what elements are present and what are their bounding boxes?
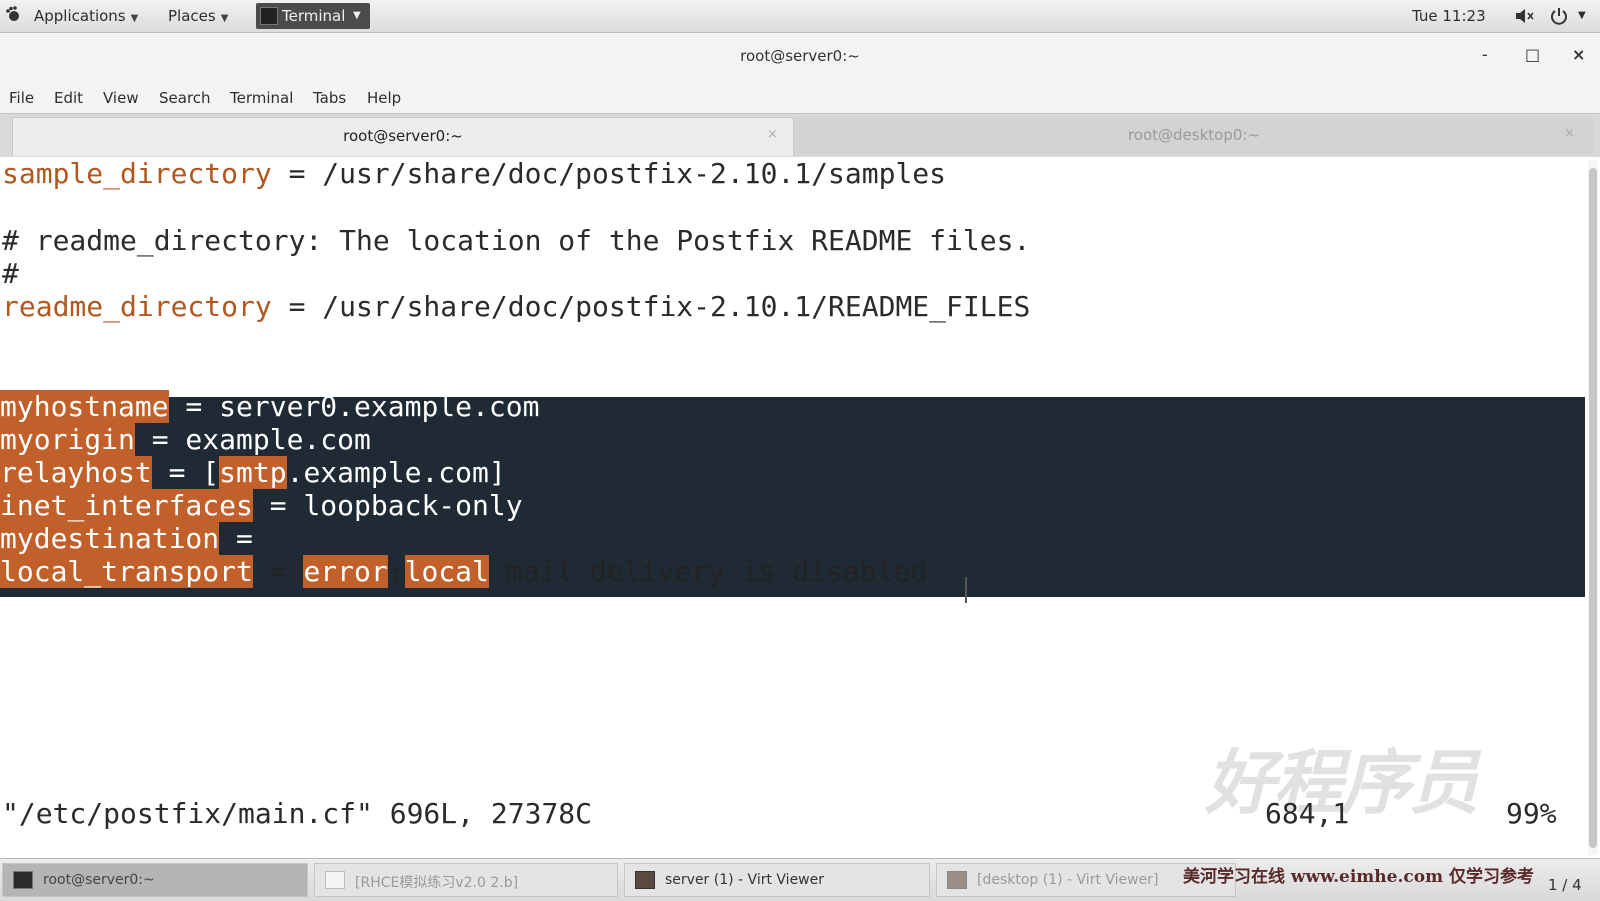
promo-watermark: 美河学习在线 www.eimhe.com 仅学习参考: [1183, 867, 1534, 887]
gnome-foot-icon: [6, 6, 19, 21]
applications-menu[interactable]: Applications ▼: [34, 6, 138, 26]
config-value: = [: [151, 456, 220, 489]
config-line-myorigin: myorigin = example.com: [0, 423, 371, 457]
taskbar-item-label: root@server0:~: [43, 872, 155, 888]
workspace-pager[interactable]: 1 / 4: [1548, 876, 1582, 894]
config-line-inet-interfaces: inet_interfaces = loopback-only: [0, 489, 523, 523]
chevron-down-icon: ▼: [353, 10, 361, 21]
chevron-down-icon: ▼: [130, 13, 139, 24]
applications-label: Applications: [34, 7, 126, 25]
tab-label: root@desktop0:~: [1127, 126, 1261, 144]
window-titlebar[interactable]: root@server0:~ - □ ×: [0, 33, 1600, 83]
config-value: =: [219, 522, 253, 555]
config-value-highlight: local: [404, 555, 489, 588]
config-key: relayhost: [0, 456, 152, 489]
terminal-app-menu[interactable]: Terminal ▼: [256, 3, 370, 29]
taskbar-item-label: [desktop (1) - Virt Viewer]: [977, 872, 1159, 888]
volume-muted-icon[interactable]: [1515, 8, 1535, 24]
tab-label: root@server0:~: [343, 127, 463, 145]
config-value: mail delivery is disabled: [488, 555, 928, 588]
places-menu[interactable]: Places ▼: [168, 6, 228, 26]
taskbar-item-terminal[interactable]: root@server0:~: [2, 863, 308, 897]
maximize-button[interactable]: □: [1525, 47, 1540, 63]
taskbar-item-rhce-doc[interactable]: [RHCE模拟练习v2.0 2.b]: [314, 863, 618, 897]
config-key: sample_directory: [2, 157, 272, 190]
places-label: Places: [168, 7, 216, 25]
menu-terminal[interactable]: Terminal: [230, 87, 293, 109]
config-value: = /usr/share/doc/postfix-2.10.1/samples: [271, 157, 947, 190]
terminal-icon: [13, 871, 33, 889]
menubar: File Edit View Search Terminal Tabs Help: [0, 83, 1600, 113]
config-key: local_transport: [0, 555, 253, 588]
virt-viewer-icon: [635, 871, 655, 889]
config-key: inet_interfaces: [0, 489, 253, 522]
terminal-icon: [260, 7, 278, 25]
config-value: = loopback-only: [252, 489, 523, 522]
minimize-button[interactable]: -: [1482, 47, 1488, 63]
scroll-percent: 99%: [1506, 797, 1557, 830]
config-key: myhostname: [0, 390, 169, 423]
config-key: myorigin: [0, 423, 135, 456]
tab-root-server0[interactable]: root@server0:~ ×: [12, 117, 794, 156]
tab-bar: root@server0:~ × root@desktop0:~ ×: [0, 113, 1600, 157]
config-value-highlight: smtp: [219, 456, 287, 489]
config-key: readme_directory: [2, 290, 272, 323]
config-value: = /usr/share/doc/postfix-2.10.1/README_F…: [271, 290, 1031, 323]
window-title: root@server0:~: [740, 47, 860, 65]
config-value-highlight: error: [303, 555, 388, 588]
menu-view[interactable]: View: [103, 87, 139, 109]
comment-line: # readme_directory: The location of the …: [2, 224, 1031, 257]
virt-viewer-icon: [947, 871, 967, 889]
config-value: :: [387, 555, 405, 588]
menu-edit[interactable]: Edit: [54, 87, 83, 109]
clock[interactable]: Tue 11:23: [1412, 6, 1486, 26]
menu-tabs[interactable]: Tabs: [313, 87, 346, 109]
taskbar-item-label: [RHCE模拟练习v2.0 2.b]: [355, 875, 519, 891]
comment-line: #: [2, 257, 19, 290]
config-value: = server0.example.com: [168, 390, 540, 423]
terminal-view[interactable]: sample_directory = /usr/share/doc/postfi…: [0, 157, 1585, 857]
document-icon: [325, 871, 345, 889]
config-line-myhostname: myhostname = server0.example.com: [0, 390, 539, 424]
menu-file[interactable]: File: [9, 87, 34, 109]
config-key: mydestination: [0, 522, 220, 555]
chevron-down-icon[interactable]: ▼: [1578, 6, 1586, 26]
config-line-relayhost: relayhost = [smtp.example.com]: [0, 456, 506, 490]
menu-search[interactable]: Search: [159, 87, 211, 109]
terminal-app-label: Terminal: [282, 7, 346, 25]
taskbar-item-label: server (1) - Virt Viewer: [665, 872, 824, 888]
config-value: = example.com: [134, 423, 371, 456]
close-tab-icon[interactable]: ×: [767, 127, 778, 142]
config-line-local-transport: local_transport = error:local mail deliv…: [0, 555, 927, 589]
config-value: .example.com]: [286, 456, 506, 489]
config-value: =: [252, 555, 304, 588]
vim-status-line: "/etc/postfix/main.cf" 696L, 27378C: [2, 797, 593, 830]
top-panel: Applications ▼ Places ▼ Terminal ▼ Tue 11:…: [0, 0, 1600, 33]
power-icon[interactable]: [1549, 6, 1569, 26]
cursor-position: 684,1: [1265, 797, 1350, 830]
config-line-mydestination: mydestination =: [0, 522, 253, 556]
taskbar-item-server-viewer[interactable]: server (1) - Virt Viewer: [624, 863, 930, 897]
menu-help[interactable]: Help: [367, 87, 401, 109]
close-button[interactable]: ×: [1572, 47, 1585, 63]
tab-root-desktop0[interactable]: root@desktop0:~ ×: [794, 117, 1594, 155]
text-cursor: [965, 577, 967, 603]
config-line: readme_directory = /usr/share/doc/postfi…: [2, 290, 1030, 324]
scrollbar-thumb[interactable]: [1589, 168, 1597, 848]
chevron-down-icon: ▼: [220, 13, 229, 24]
close-tab-icon[interactable]: ×: [1564, 126, 1575, 141]
config-line: sample_directory = /usr/share/doc/postfi…: [2, 157, 946, 191]
